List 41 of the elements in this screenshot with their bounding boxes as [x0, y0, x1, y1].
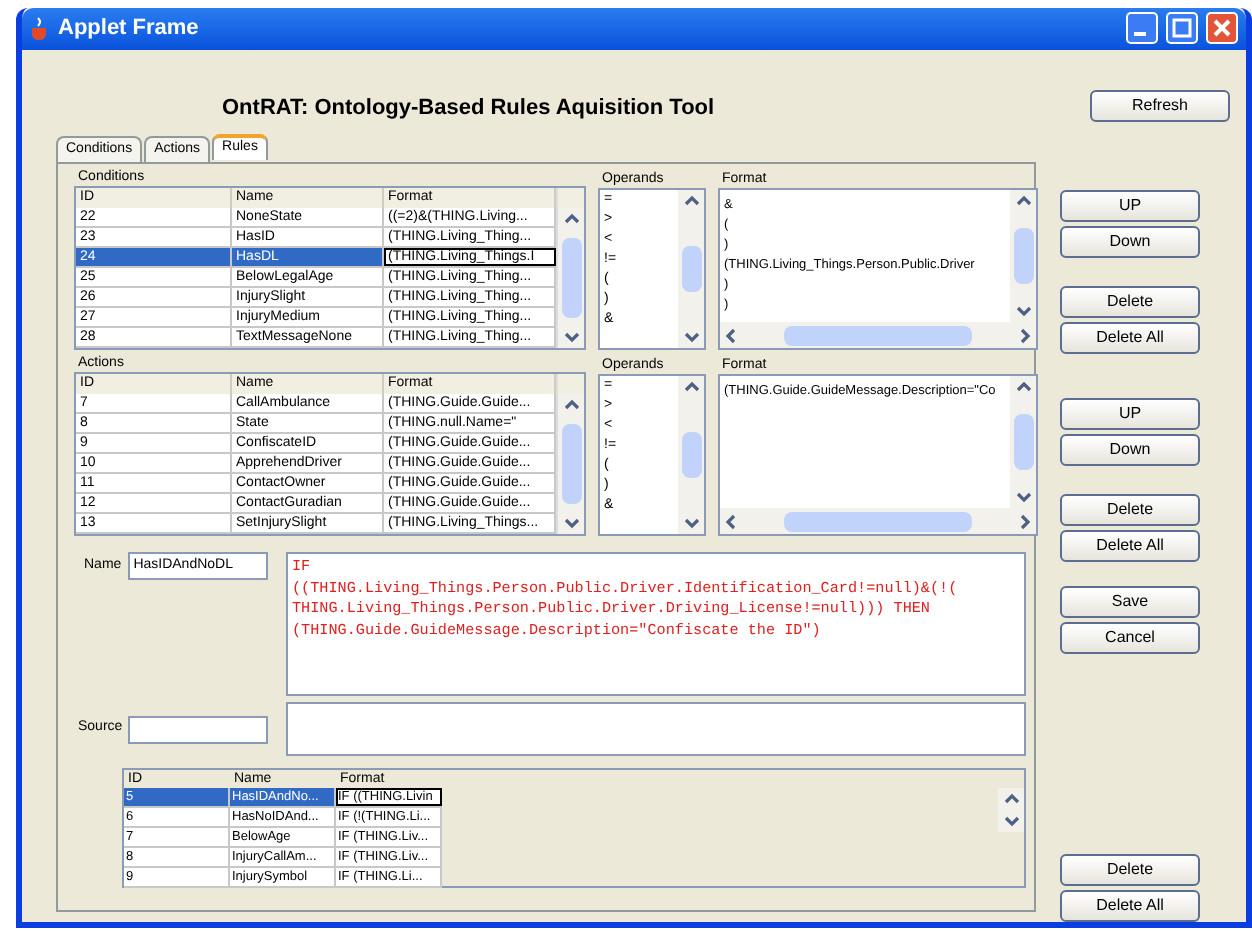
minimize-icon[interactable]	[1126, 12, 1158, 45]
scroll-thumb[interactable]	[561, 423, 581, 505]
java-cup-icon	[30, 16, 50, 41]
button[interactable]: UP	[1060, 398, 1200, 430]
button[interactable]: Delete	[1060, 286, 1200, 318]
app-heading: OntRAT: Ontology-Based Rules Aquisition Tool	[222, 93, 717, 123]
vertical-scrollbar[interactable]	[558, 394, 584, 534]
button[interactable]: UP	[1060, 190, 1200, 222]
scroll-thumb[interactable]	[681, 431, 701, 479]
scroll-thumb[interactable]	[784, 511, 972, 531]
scroll-thumb[interactable]	[1013, 227, 1033, 285]
header-corner	[558, 188, 584, 208]
button[interactable]: Save	[1060, 586, 1200, 618]
button[interactable]: Refresh	[1090, 90, 1230, 122]
window-title: Applet Frame	[58, 14, 201, 45]
button[interactable]: Delete All	[1060, 530, 1200, 562]
vertical-scrollbar[interactable]	[678, 190, 704, 348]
vertical-scrollbar[interactable]	[998, 788, 1024, 832]
button[interactable]: Delete All	[1060, 322, 1200, 354]
source-text-area[interactable]	[286, 702, 1026, 756]
scroll-thumb[interactable]	[681, 245, 701, 293]
source-field[interactable]	[128, 715, 269, 743]
button[interactable]: Down	[1060, 226, 1200, 258]
button[interactable]: Delete	[1060, 854, 1200, 886]
button[interactable]: Delete	[1060, 494, 1200, 526]
vertical-scrollbar[interactable]	[558, 208, 584, 348]
rule-text-area[interactable]	[286, 552, 1026, 696]
horizontal-scrollbar[interactable]	[720, 322, 1036, 348]
button[interactable]: Cancel	[1060, 622, 1200, 654]
button[interactable]: Delete All	[1060, 890, 1200, 922]
scroll-thumb[interactable]	[1013, 413, 1033, 471]
button[interactable]: Down	[1060, 434, 1200, 466]
scroll-thumb[interactable]	[561, 237, 581, 319]
maximize-icon[interactable]	[1166, 12, 1198, 45]
vertical-scrollbar[interactable]	[678, 376, 704, 534]
horizontal-scrollbar[interactable]	[720, 508, 1036, 534]
vertical-scrollbar[interactable]	[1010, 190, 1036, 322]
vertical-scrollbar[interactable]	[1010, 376, 1036, 508]
close-icon[interactable]	[1206, 12, 1238, 45]
header-corner	[558, 374, 584, 394]
scroll-thumb[interactable]	[784, 325, 972, 345]
